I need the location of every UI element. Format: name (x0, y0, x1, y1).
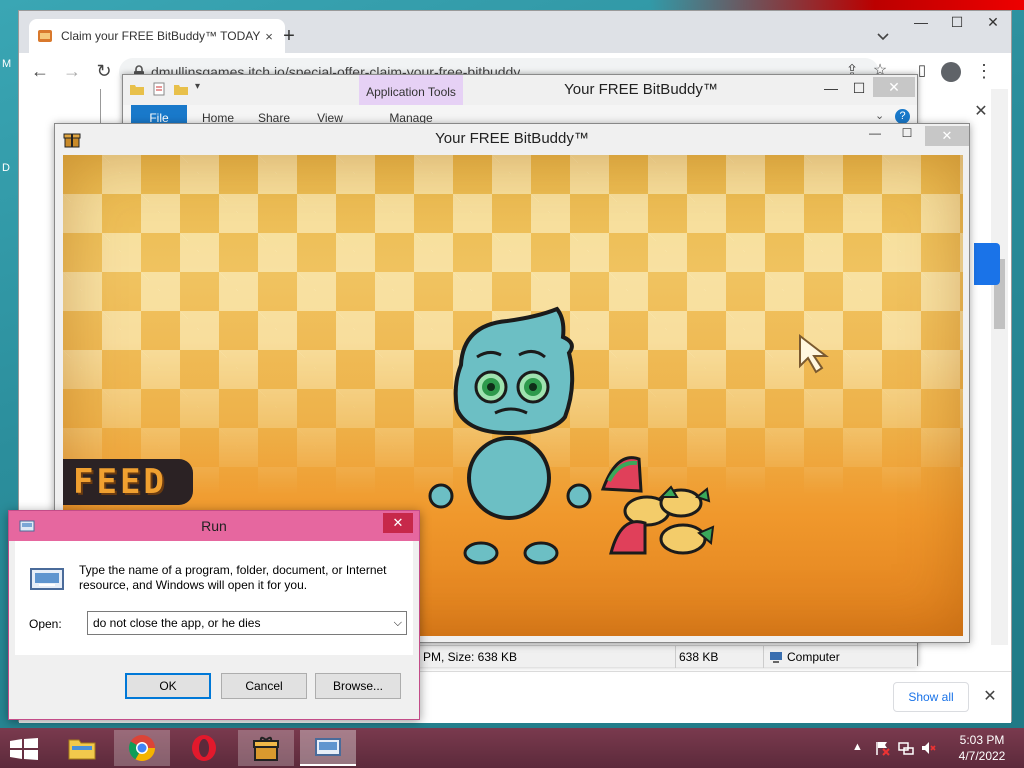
page-scrollbar[interactable] (991, 89, 1008, 645)
itch-favicon-icon (38, 30, 52, 42)
explorer-titlebar: ▾ Application Tools Your FREE BitBuddy™ … (123, 75, 917, 105)
run-title: Run (201, 518, 227, 534)
chrome-icon (128, 735, 156, 762)
browser-tab[interactable]: Claim your FREE BitBuddy™ TODAY × (29, 19, 285, 53)
tab-strip: Claim your FREE BitBuddy™ TODAY × + — ☐ … (19, 11, 1011, 53)
qat-dropdown-icon[interactable]: ▾ (195, 81, 200, 99)
new-folder-icon[interactable] (173, 81, 189, 97)
run-close-button[interactable]: ✕ (383, 513, 413, 533)
open-label: Open: (29, 617, 62, 631)
run-body: Type the name of a program, folder, docu… (15, 541, 413, 655)
tab-title: Claim your FREE BitBuddy™ TODAY (61, 29, 261, 43)
desktop-wallpaper-accent (650, 0, 1024, 10)
run-titlebar: Run ✕ (9, 511, 419, 541)
run-description: Type the name of a program, folder, docu… (79, 563, 387, 592)
run-dialog: Run ✕ Type the name of a program, folder… (8, 510, 420, 720)
tab-search-chevron-icon[interactable] (875, 27, 891, 45)
popup-close-icon[interactable]: ✕ (971, 101, 991, 121)
chevron-down-icon[interactable]: ⌵ (394, 612, 402, 634)
explorer-close-button[interactable]: ✕ (873, 77, 915, 97)
profile-avatar-icon[interactable] (941, 62, 961, 82)
status-details: PM, Size: 638 KB (423, 650, 518, 664)
explorer-minimize-button[interactable]: — (817, 77, 845, 99)
computer-icon (770, 652, 782, 663)
taskbar-chrome[interactable] (114, 730, 170, 766)
desktop-icon-label: M (2, 58, 12, 70)
application-tools-tab[interactable]: Application Tools (359, 75, 463, 105)
action-center-flag-icon[interactable] (874, 740, 890, 756)
bitbuddy-titlebar: Your FREE BitBuddy™ — ☐ ✕ (55, 124, 969, 154)
run-program-icon (30, 568, 64, 590)
run-open-combobox[interactable]: do not close the app, or he dies ⌵ (87, 611, 407, 635)
page-action-button[interactable] (974, 243, 1000, 285)
browse-button[interactable]: Browse... (315, 673, 401, 699)
back-arrow-icon[interactable]: ← (27, 59, 53, 83)
volume-muted-icon[interactable] (920, 740, 936, 756)
bitbuddy-maximize-button[interactable]: ☐ (893, 126, 921, 146)
run-app-icon (315, 738, 341, 756)
help-icon[interactable]: ? (895, 109, 910, 124)
folder-icon[interactable] (129, 81, 145, 97)
new-tab-button[interactable]: + (277, 25, 301, 49)
clock-date: 4/7/2022 (958, 749, 1006, 763)
forward-arrow-icon[interactable]: → (59, 59, 85, 83)
download-bar-close-icon[interactable]: ✕ (979, 682, 1001, 712)
quick-access-toolbar: ▾ (129, 81, 200, 99)
clock-time: 5:03 PM (959, 733, 1005, 747)
chrome-close-button[interactable]: ✕ (975, 11, 1011, 33)
ribbon-collapse-chevron-icon[interactable]: ⌄ (875, 109, 884, 122)
explorer-title: Your FREE BitBuddy™ (564, 81, 718, 98)
bitbuddy-close-button[interactable]: ✕ (925, 126, 969, 146)
pixel-hand-cursor-icon (799, 333, 829, 374)
status-divider (675, 646, 676, 668)
network-icon[interactable] (898, 740, 914, 756)
taskbar-run[interactable] (300, 730, 356, 766)
food-pile[interactable] (599, 451, 719, 561)
tab-close-icon[interactable]: × (261, 29, 277, 44)
bitbuddy-minimize-button[interactable]: — (861, 126, 889, 146)
taskbar: ▲ 5:03 PM 4/7/2022 (0, 728, 1024, 768)
status-size: 638 KB (679, 650, 719, 664)
windows-start-icon[interactable] (10, 738, 38, 760)
taskbar-bitbuddy[interactable] (238, 730, 294, 766)
run-open-value: do not close the app, or he dies (93, 616, 261, 630)
chrome-menu-icon[interactable]: ⋮ (971, 59, 997, 83)
file-explorer-icon (68, 739, 96, 760)
taskbar-file-explorer[interactable] (54, 730, 110, 766)
cancel-button[interactable]: Cancel (221, 673, 307, 699)
ok-button[interactable]: OK (125, 673, 211, 699)
chrome-maximize-button[interactable]: ☐ (939, 11, 975, 33)
opera-icon (192, 735, 216, 761)
reload-icon[interactable]: ↻ (91, 59, 117, 83)
bitbuddy-title: Your FREE BitBuddy™ (435, 130, 589, 147)
taskbar-opera[interactable] (176, 730, 232, 766)
desktop-icon-label: D (2, 162, 10, 174)
gift-box-icon (253, 736, 279, 761)
status-divider (763, 646, 764, 668)
status-location: Computer (787, 650, 840, 664)
properties-icon[interactable] (151, 81, 167, 97)
explorer-maximize-button[interactable]: ☐ (845, 77, 873, 99)
feed-button[interactable]: FEED (63, 459, 193, 505)
taskbar-clock[interactable]: 5:03 PM 4/7/2022 (944, 732, 1020, 764)
tray-overflow-chevron-icon[interactable]: ▲ (852, 741, 863, 755)
show-all-downloads-button[interactable]: Show all (893, 682, 969, 712)
chrome-minimize-button[interactable]: — (903, 11, 939, 33)
